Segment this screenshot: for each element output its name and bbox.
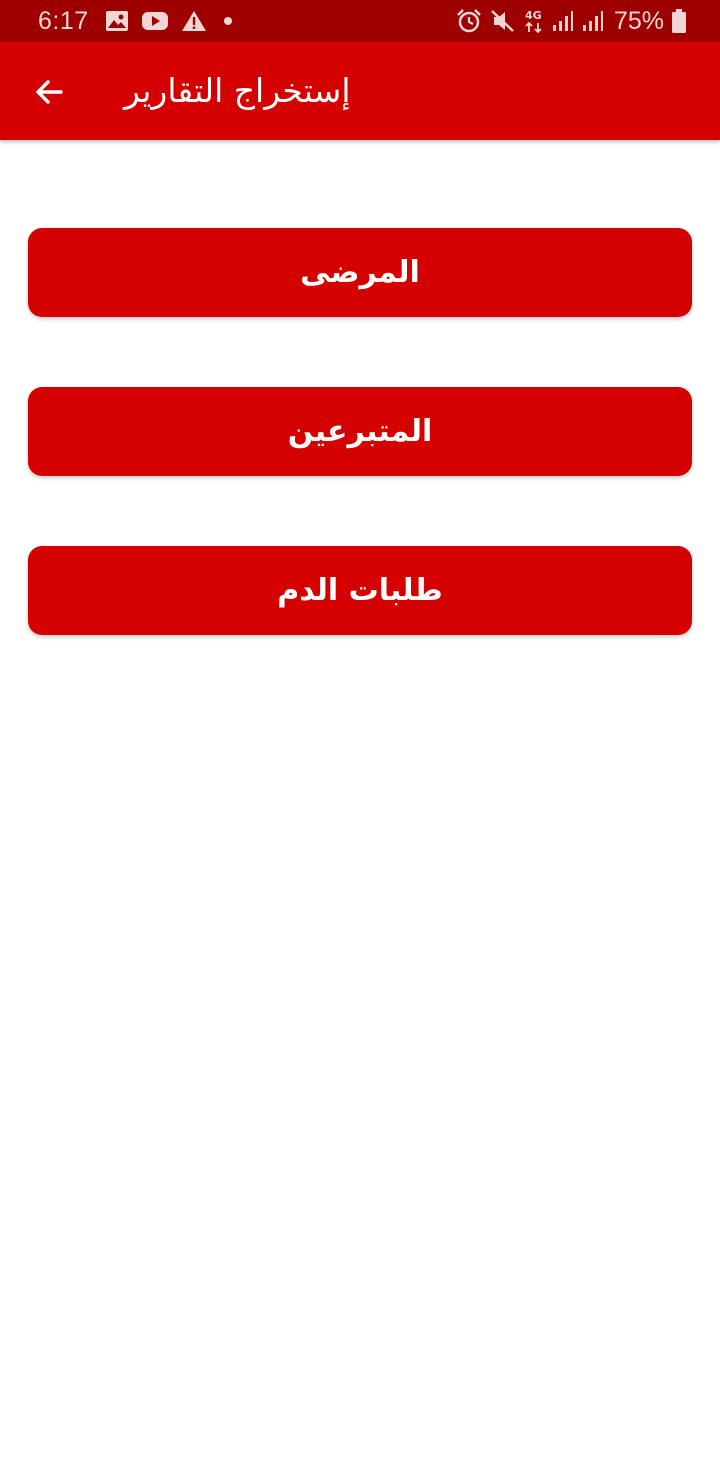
- alarm-icon: [456, 9, 482, 33]
- network-type-label: 4G: [525, 9, 542, 22]
- patients-report-label: المرضى: [300, 255, 420, 290]
- status-bar: 6:17 4G 75%: [0, 0, 720, 42]
- arrow-left-icon: [33, 76, 65, 108]
- youtube-icon: [141, 10, 169, 32]
- page-title: إستخراج التقارير: [124, 71, 351, 110]
- network-4g-icon: 4G: [524, 8, 544, 34]
- battery-percent: 75%: [613, 6, 664, 35]
- patients-report-button[interactable]: المرضى: [28, 228, 692, 317]
- mute-icon: [490, 9, 516, 33]
- status-left-group: 6:17: [38, 0, 237, 42]
- status-time: 6:17: [38, 6, 89, 35]
- app-bar: إستخراج التقارير: [0, 42, 720, 140]
- signal-icon: [582, 10, 604, 32]
- blood-requests-report-label: طلبات الدم: [277, 573, 443, 608]
- warning-icon: [181, 10, 207, 32]
- donors-report-label: المتبرعين: [287, 414, 433, 449]
- signal-icon: [552, 10, 574, 32]
- battery-icon: [672, 9, 686, 33]
- donors-report-button[interactable]: المتبرعين: [28, 387, 692, 476]
- back-button[interactable]: [24, 67, 74, 117]
- status-right-group: 4G 75%: [456, 0, 686, 42]
- blood-requests-report-button[interactable]: طلبات الدم: [28, 546, 692, 635]
- notification-dot-icon: [219, 10, 237, 32]
- gallery-icon: [105, 10, 129, 32]
